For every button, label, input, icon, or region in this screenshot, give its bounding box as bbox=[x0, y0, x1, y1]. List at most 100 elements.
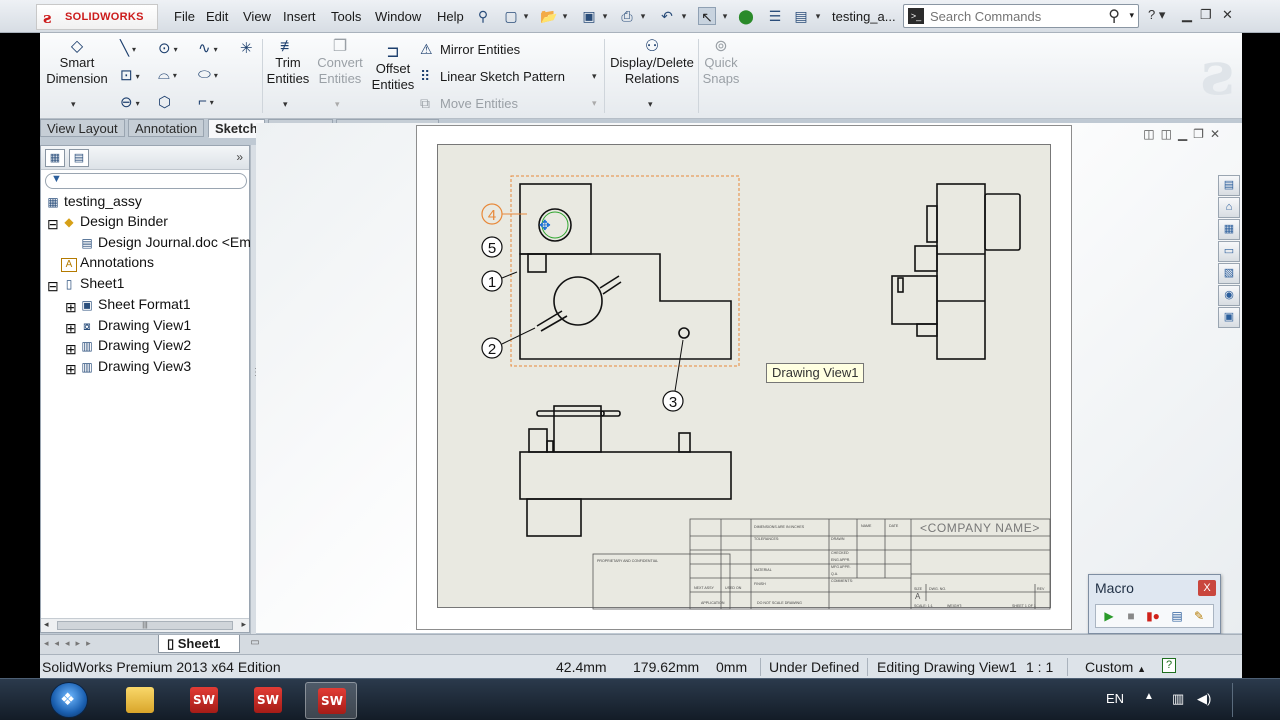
close-window-icon[interactable]: ✕ bbox=[1222, 7, 1233, 23]
scroll-left-icon[interactable]: ◂ bbox=[44, 619, 49, 630]
trim-dropdown-icon[interactable]: ▾ bbox=[283, 99, 288, 110]
tab-view-layout[interactable]: View Layout bbox=[40, 119, 125, 137]
menu-view[interactable]: View bbox=[243, 9, 271, 24]
move-entities-button[interactable]: ⧉ Move Entities bbox=[420, 95, 518, 112]
search-dropdown-icon[interactable]: ▾ bbox=[1129, 10, 1134, 21]
linear-pattern-dropdown-icon[interactable]: ▾ bbox=[592, 71, 597, 82]
drawing-canvas[interactable]: ✥ 4 5 1 2 3 PROPRIETARY AND CONFIDENTIAL… bbox=[417, 126, 1073, 631]
stop-macro-icon[interactable]: ■ bbox=[1122, 608, 1140, 624]
scrollbar-thumb[interactable]: ||| bbox=[57, 621, 233, 630]
scroll-right-icon[interactable]: ▸ bbox=[241, 619, 246, 630]
quick-snaps-button[interactable]: ⊚ Quick Snaps bbox=[700, 39, 742, 87]
polygon-icon[interactable]: ⬡ bbox=[158, 93, 171, 111]
print-dropdown-icon[interactable]: ▾ bbox=[639, 7, 647, 25]
search-input[interactable] bbox=[930, 8, 1100, 24]
mirror-entities-button[interactable]: ⚠ Mirror Entities bbox=[420, 41, 520, 58]
file-properties-icon[interactable]: ☰ bbox=[766, 7, 784, 25]
expand-view1-icon[interactable]: ⊞ bbox=[65, 320, 77, 337]
new-dropdown-icon[interactable]: ▾ bbox=[522, 7, 530, 25]
smart-dimension-button[interactable]: ◇ Smart Dimension bbox=[44, 39, 110, 87]
tree-item-sheet1[interactable]: ▯ Sheet1 bbox=[61, 275, 125, 291]
tree-item-annotations[interactable]: A Annotations bbox=[61, 254, 154, 272]
sheet-navigation-arrows[interactable]: ◂◂◂▸▸ bbox=[44, 638, 97, 649]
tree-item-design-binder[interactable]: ◆ Design Binder bbox=[61, 213, 168, 229]
show-desktop-divider[interactable] bbox=[1232, 683, 1233, 717]
spline-icon[interactable]: ∿ ▾ bbox=[198, 39, 218, 57]
menu-edit[interactable]: Edit bbox=[206, 9, 228, 24]
language-indicator[interactable]: EN bbox=[1106, 691, 1124, 706]
collapse-design-binder-icon[interactable]: ⊟ bbox=[47, 216, 59, 233]
magnifier-icon[interactable]: ⚲ bbox=[1108, 6, 1120, 26]
menu-file[interactable]: File bbox=[174, 9, 195, 24]
pin-icon[interactable]: ⚲ bbox=[474, 7, 492, 25]
trim-entities-button[interactable]: ≢ Trim Entities bbox=[266, 39, 310, 87]
open-folder-icon[interactable]: 📂 bbox=[540, 7, 558, 25]
move-dropdown-icon[interactable]: ▾ bbox=[592, 98, 597, 109]
options-icon[interactable]: ▤ bbox=[792, 7, 810, 25]
restore-icon[interactable]: ❐ bbox=[1200, 7, 1212, 23]
display-delete-relations-button[interactable]: ⚇ Display/Delete Relations bbox=[608, 39, 696, 87]
drawing-view3-geometry[interactable] bbox=[519, 405, 732, 537]
solidworks-logo[interactable]: ƨ SOLIDWORKS bbox=[36, 4, 158, 30]
menu-help[interactable]: Help bbox=[437, 9, 464, 24]
menu-insert[interactable]: Insert bbox=[283, 9, 316, 24]
line-icon[interactable]: ╲ ▾ bbox=[120, 39, 136, 57]
new-document-icon[interactable]: ▢ bbox=[502, 7, 520, 25]
rectangle-icon[interactable]: ⊡ ▾ bbox=[120, 66, 140, 84]
run-macro-icon[interactable]: ▶ bbox=[1100, 608, 1118, 624]
viewport-controls[interactable]: ◫◫▁❐✕ bbox=[1143, 127, 1226, 141]
expand-view2-icon[interactable]: ⊞ bbox=[65, 341, 77, 358]
graphics-area[interactable]: 🔍︎⌕⤧⟲▣◧▾⚙▾ ◫◫▁❐✕ ✥ bbox=[256, 123, 1242, 633]
undo-icon[interactable]: ↶ bbox=[658, 7, 676, 25]
new-macro-icon[interactable]: ▤ bbox=[1168, 608, 1186, 624]
convert-dropdown-icon[interactable]: ▾ bbox=[335, 99, 340, 110]
point-icon[interactable]: ✳ bbox=[240, 39, 253, 57]
sheet-tab-sheet1[interactable]: ▯ Sheet1 bbox=[158, 635, 240, 653]
help-question-icon[interactable]: ? ▾ bbox=[1148, 7, 1165, 23]
select-arrow-icon[interactable]: ↖ bbox=[698, 7, 716, 25]
macro-toolbar[interactable]: Macro X ▶ ■ ▮● ▤ ✎ bbox=[1088, 574, 1221, 634]
open-dropdown-icon[interactable]: ▾ bbox=[561, 7, 569, 25]
tree-root-drawing[interactable]: ▦ testing_assy bbox=[45, 193, 142, 209]
linear-sketch-pattern-button[interactable]: ⠿ Linear Sketch Pattern bbox=[420, 68, 565, 85]
collapse-panel-icon[interactable]: » bbox=[236, 150, 243, 164]
rebuild-traffic-light-icon[interactable]: ⬤ bbox=[737, 7, 755, 25]
slot-icon[interactable]: ⊖ ▾ bbox=[120, 93, 140, 111]
offset-entities-button[interactable]: ⊐ Offset Entities bbox=[370, 45, 416, 93]
balloon-group[interactable]: 4 5 1 2 3 bbox=[481, 203, 684, 412]
expand-sheet-format-icon[interactable]: ⊞ bbox=[65, 299, 77, 316]
appearances-icon[interactable]: ◉ bbox=[1218, 285, 1240, 306]
drawing-view2-geometry[interactable] bbox=[891, 183, 1021, 360]
network-icon[interactable]: ▥ bbox=[1172, 691, 1184, 707]
save-dropdown-icon[interactable]: ▾ bbox=[601, 7, 609, 25]
tree-item-drawing-view1[interactable]: ⧇ Drawing View1 bbox=[79, 317, 191, 333]
taskbar-solidworks-1[interactable]: SW bbox=[178, 682, 230, 719]
add-sheet-icon[interactable]: ▭ bbox=[245, 637, 265, 651]
company-name-text[interactable]: <COMPANY NAME> bbox=[920, 521, 1040, 535]
taskbar-solidworks-3[interactable]: SW bbox=[305, 682, 357, 719]
macro-close-button[interactable]: X bbox=[1198, 580, 1216, 596]
options-dropdown-icon[interactable]: ▾ bbox=[814, 7, 822, 25]
tree-item-drawing-view2[interactable]: ▥ Drawing View2 bbox=[79, 337, 191, 353]
undo-dropdown-icon[interactable]: ▾ bbox=[680, 7, 688, 25]
search-commands-box[interactable]: >_ ⚲ ▾ bbox=[903, 4, 1139, 28]
status-help-icon[interactable]: ? bbox=[1162, 658, 1176, 673]
tree-horizontal-scrollbar[interactable]: ◂ ||| ▸ bbox=[41, 618, 249, 632]
tab-annotation[interactable]: Annotation bbox=[128, 119, 205, 137]
circle-icon[interactable]: ⊙ ▾ bbox=[158, 39, 178, 57]
smart-dimension-dropdown-icon[interactable]: ▾ bbox=[71, 99, 76, 110]
save-icon[interactable]: ▣ bbox=[580, 7, 598, 25]
feature-tree-tab-icon[interactable]: ▦ bbox=[45, 149, 65, 167]
menu-window[interactable]: Window bbox=[375, 9, 421, 24]
property-manager-tab-icon[interactable]: ▤ bbox=[69, 149, 89, 167]
menu-tools[interactable]: Tools bbox=[331, 9, 361, 24]
ellipse-icon[interactable]: ⬭ ▾ bbox=[198, 66, 218, 83]
fillet-icon[interactable]: ⌐ ▾ bbox=[198, 93, 214, 110]
design-library-icon[interactable]: ▦ bbox=[1218, 219, 1240, 240]
file-explorer-icon[interactable]: ▭ bbox=[1218, 241, 1240, 262]
edit-macro-icon[interactable]: ✎ bbox=[1190, 608, 1208, 624]
taskbar-solidworks-2[interactable]: SW bbox=[242, 682, 294, 719]
record-macro-icon[interactable]: ▮● bbox=[1144, 608, 1162, 624]
collapse-sheet1-icon[interactable]: ⊟ bbox=[47, 278, 59, 295]
convert-entities-button[interactable]: ❐ Convert Entities bbox=[314, 39, 366, 87]
